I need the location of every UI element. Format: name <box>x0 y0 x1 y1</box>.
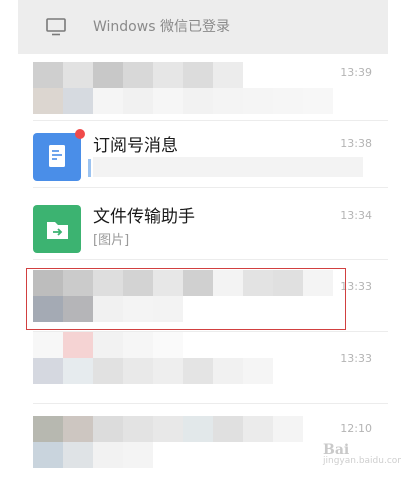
chat-row-5[interactable]: 13:33 <box>18 332 388 404</box>
watermark-url: jingyan.baidu.com <box>323 456 401 466</box>
chat-row-subscriptions[interactable]: 订阅号消息 13:38 <box>18 121 388 188</box>
blurred-avatar-and-name <box>33 416 363 468</box>
chat-list: Windows 微信已登录 13:39 订阅号消息 13:38 文件传输助手 [… <box>18 0 388 481</box>
blurred-avatar-and-name <box>33 62 363 114</box>
login-status-text: Windows 微信已登录 <box>93 19 230 35</box>
windows-login-bar[interactable]: Windows 微信已登录 <box>18 0 388 54</box>
unread-dot <box>75 129 85 139</box>
chat-preview: [图片] <box>93 233 130 248</box>
baidu-watermark: Bai jingyan.baidu.com <box>323 439 401 475</box>
folder-arrow-icon <box>33 205 81 253</box>
chat-time: 13:33 <box>340 352 372 365</box>
chat-row-file-transfer[interactable]: 文件传输助手 [图片] 13:34 <box>18 188 388 260</box>
monitor-icon <box>46 18 66 36</box>
chat-time: 13:34 <box>340 209 372 222</box>
chat-name: 订阅号消息 <box>93 136 178 156</box>
article-icon <box>33 133 81 181</box>
blurred-avatar-and-name <box>33 332 363 384</box>
preview-accent <box>88 159 91 177</box>
chat-name: 文件传输助手 <box>93 207 195 227</box>
chat-row-1[interactable]: 13:39 <box>18 54 388 121</box>
chat-time: 13:38 <box>340 137 372 150</box>
blurred-preview <box>93 157 363 177</box>
highlight-box <box>26 268 346 330</box>
chat-time: 12:10 <box>340 422 372 435</box>
chat-time: 13:39 <box>340 66 372 79</box>
